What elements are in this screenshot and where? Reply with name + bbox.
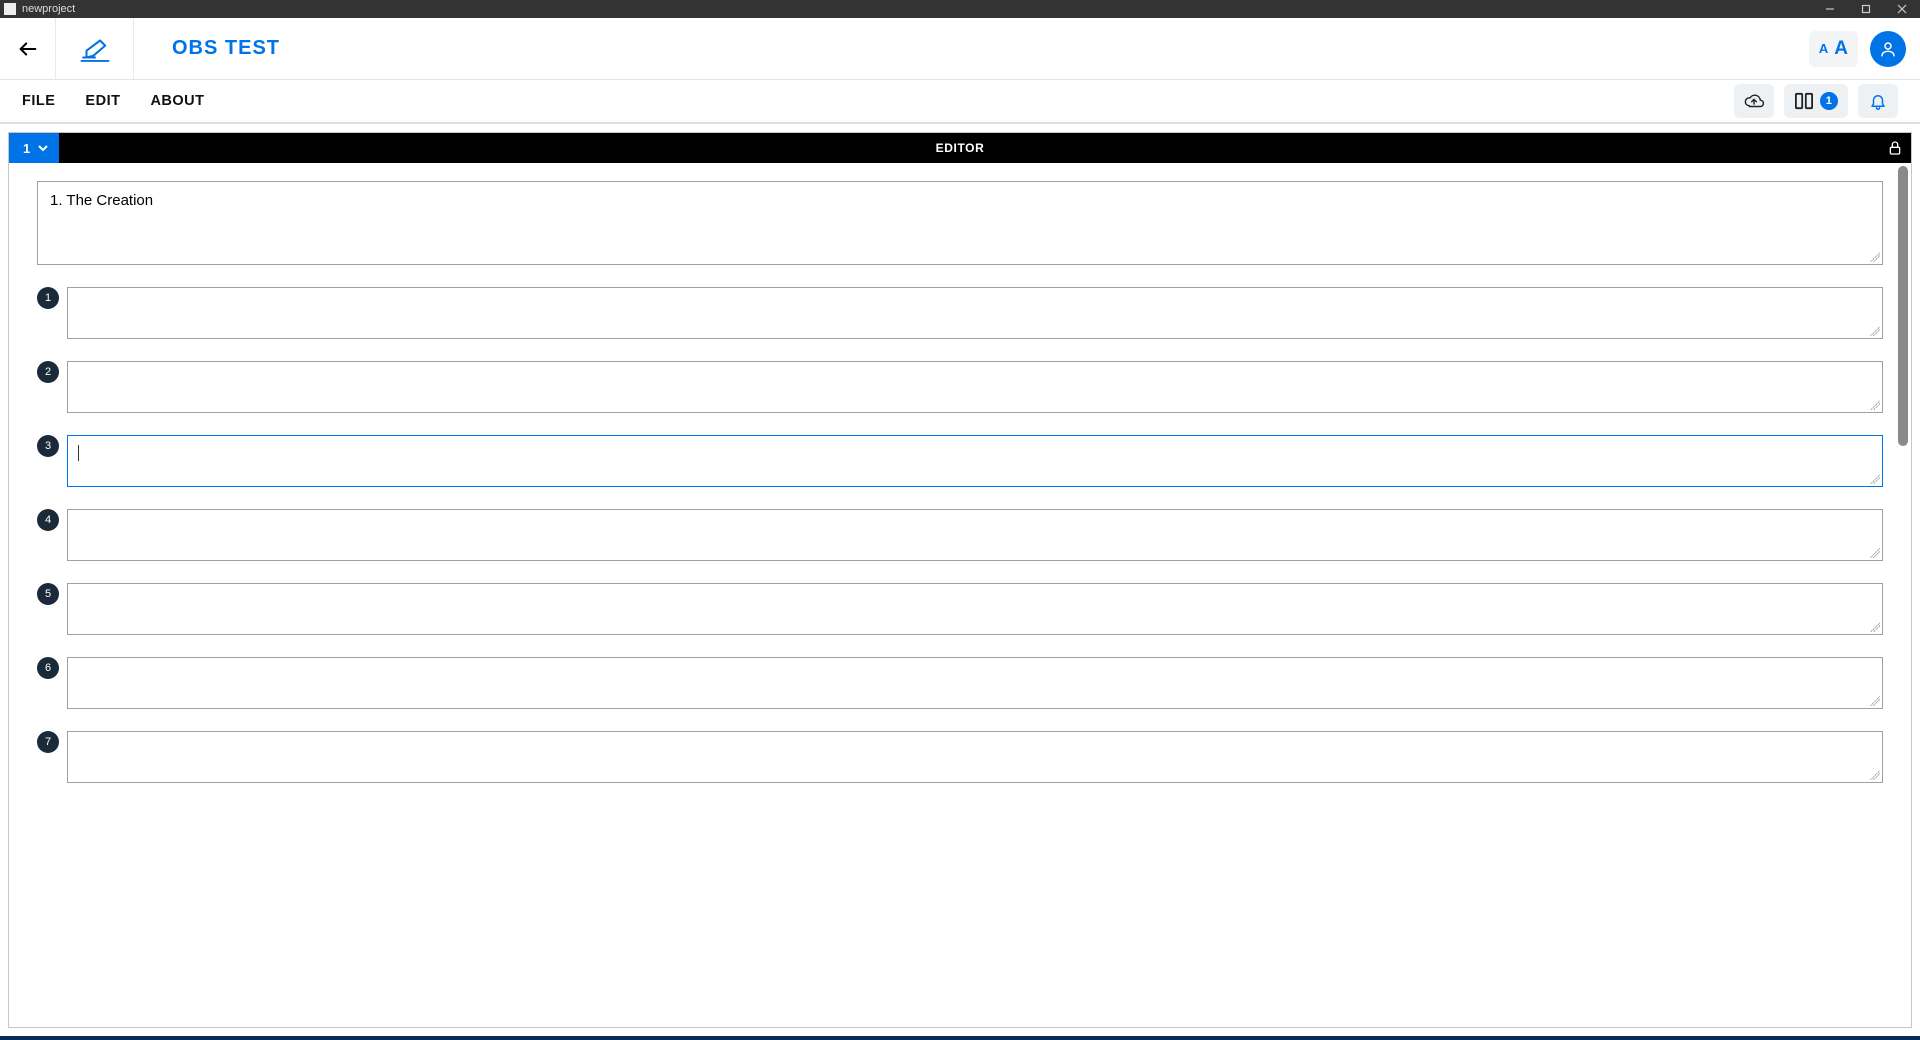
menu-edit[interactable]: EDIT (85, 93, 120, 109)
window-close-button[interactable] (1884, 0, 1920, 18)
menu-bar: FILE EDIT ABOUT 1 (0, 80, 1920, 124)
editor-panel-title: EDITOR (9, 141, 1911, 155)
row-number-badge: 2 (37, 361, 59, 383)
columns-icon (1794, 92, 1814, 110)
story-row: 3 (37, 435, 1883, 487)
chevron-down-icon (37, 142, 49, 154)
story-row: 4 (37, 509, 1883, 561)
window-minimize-button[interactable] (1812, 0, 1848, 18)
editor-panel: 1 EDITOR 1. The Creation 1 2 3 4 5 6 7 (8, 132, 1912, 1028)
row-text-field[interactable] (67, 361, 1883, 413)
story-row: 1 (37, 287, 1883, 339)
user-avatar-button[interactable] (1870, 31, 1906, 67)
menu-about[interactable]: ABOUT (150, 93, 204, 109)
app-logo (56, 18, 134, 80)
cloud-sync-button[interactable] (1734, 84, 1774, 118)
row-text-field[interactable] (67, 509, 1883, 561)
row-number-badge: 4 (37, 509, 59, 531)
row-number-badge: 3 (37, 435, 59, 457)
font-size-toggle[interactable]: A A (1809, 31, 1858, 67)
text-cursor (78, 445, 79, 461)
project-title: OBS TEST (134, 37, 280, 60)
scrollbar-thumb[interactable] (1898, 166, 1908, 446)
row-text-field[interactable] (67, 583, 1883, 635)
window-title: newproject (22, 3, 75, 15)
app-header: OBS TEST A A (0, 18, 1920, 80)
row-number-badge: 1 (37, 287, 59, 309)
menu-file[interactable]: FILE (22, 93, 55, 109)
section-number: 1 (23, 141, 31, 156)
font-large-icon: A (1834, 38, 1848, 60)
row-text-field[interactable] (67, 287, 1883, 339)
window-maximize-button[interactable] (1848, 0, 1884, 18)
editor-toolbar: 1 EDITOR (9, 133, 1911, 163)
story-row: 6 (37, 657, 1883, 709)
columns-layout-button[interactable]: 1 (1784, 84, 1848, 118)
row-number-badge: 5 (37, 583, 59, 605)
row-text-field[interactable] (67, 657, 1883, 709)
back-button[interactable] (0, 18, 56, 80)
notifications-button[interactable] (1858, 84, 1898, 118)
status-strip (0, 1036, 1920, 1040)
row-number-badge: 7 (37, 731, 59, 753)
story-row: 7 (37, 731, 1883, 783)
row-text-field[interactable] (67, 435, 1883, 487)
vertical-scrollbar[interactable] (1896, 164, 1910, 1026)
story-title-field[interactable]: 1. The Creation (37, 181, 1883, 265)
window-titlebar: newproject (0, 0, 1920, 18)
app-icon (4, 3, 16, 15)
lock-icon (1887, 140, 1903, 156)
row-text-field[interactable] (67, 731, 1883, 783)
row-number-badge: 6 (37, 657, 59, 679)
story-row: 5 (37, 583, 1883, 635)
section-selector[interactable]: 1 (9, 133, 59, 163)
font-small-icon: A (1819, 41, 1828, 56)
story-row: 2 (37, 361, 1883, 413)
lock-toggle[interactable] (1887, 140, 1903, 156)
columns-count-badge: 1 (1820, 92, 1838, 110)
